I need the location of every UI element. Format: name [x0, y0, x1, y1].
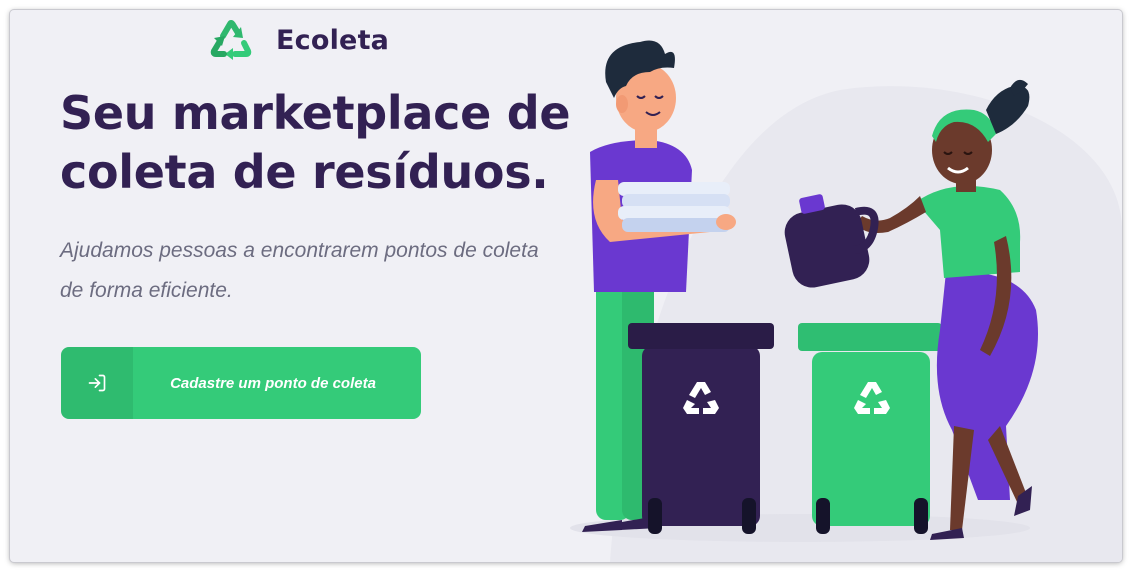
recycle-bin-green — [798, 323, 942, 534]
bottle — [784, 194, 879, 288]
log-in-icon — [88, 374, 106, 392]
recycling-illustration — [570, 40, 1038, 542]
recycle-bin-dark — [628, 323, 774, 534]
page-frame: Ecoleta Seu marketplace de coleta de res… — [10, 10, 1122, 562]
cta-label: Cadastre um ponto de coleta — [170, 374, 376, 392]
register-collection-point-button[interactable]: Cadastre um ponto de coleta — [61, 347, 421, 419]
cta-icon-box — [61, 347, 133, 419]
